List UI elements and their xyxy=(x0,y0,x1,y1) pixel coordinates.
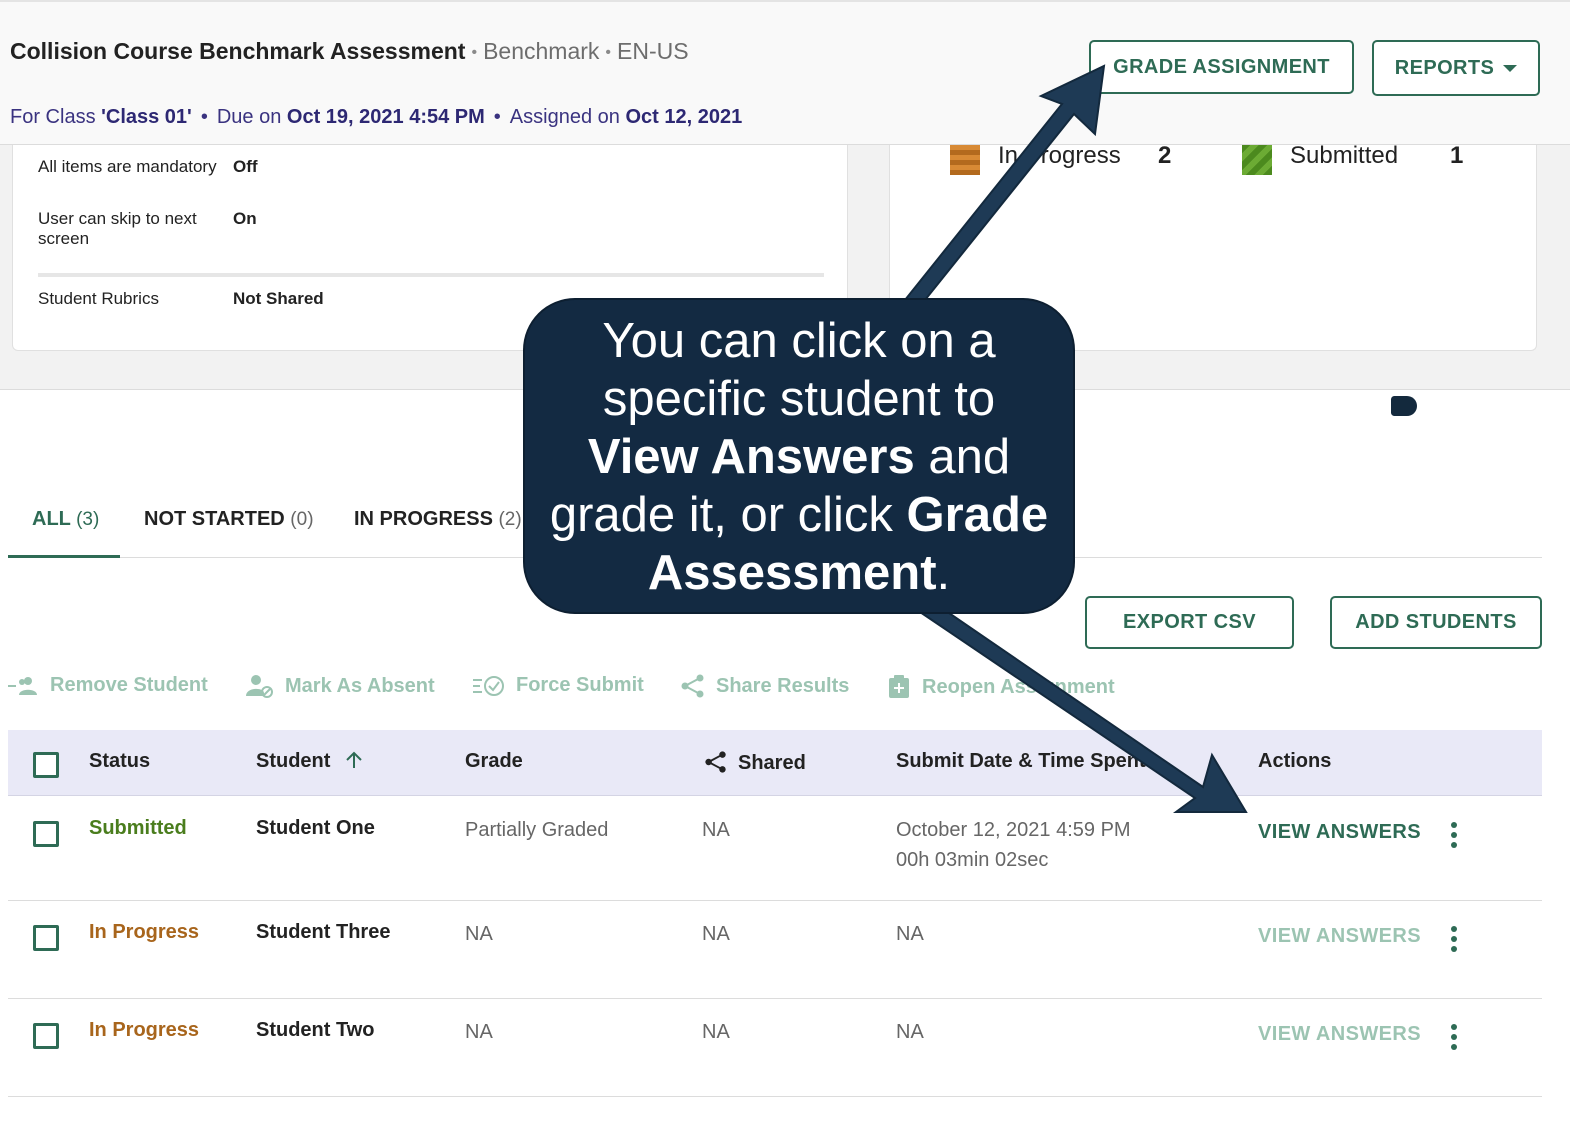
callout-line: grade it, or click Grade xyxy=(525,486,1073,544)
instruction-callout: You can click on a specific student to V… xyxy=(525,300,1073,612)
callout-emphasis: View Answers xyxy=(587,430,915,484)
callout-text: and xyxy=(914,430,1011,484)
callout-emphasis: Assessment xyxy=(647,546,937,600)
callout-emphasis: Grade xyxy=(906,488,1049,542)
callout-line: Assessment. xyxy=(525,544,1073,602)
arrow-up-icon xyxy=(903,64,1106,312)
arrow-down-icon xyxy=(918,598,1248,813)
callout-line: You can click on a xyxy=(602,314,996,368)
callout-text: grade it, or click xyxy=(549,488,907,542)
callout-line: View Answers and xyxy=(525,428,1073,486)
callout-line: specific student to xyxy=(602,372,996,426)
callout-text: . xyxy=(936,546,951,600)
